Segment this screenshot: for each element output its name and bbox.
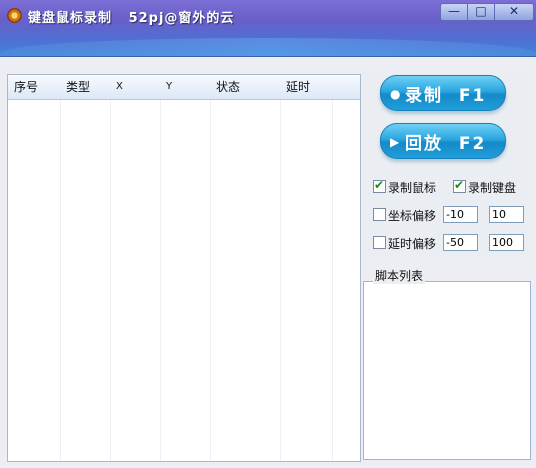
play-triangle-icon: ▶ (390, 135, 400, 149)
client-area: 序号 类型 X Y 状态 延时 ● 录制 F1 ▶ 回放 F2 录 (0, 57, 536, 468)
column-header-index[interactable]: 序号 (8, 75, 60, 99)
event-list[interactable]: 序号 类型 X Y 状态 延时 (7, 74, 361, 462)
column-header-delay[interactable]: 延时 (280, 75, 332, 99)
record-mouse-label: 录制鼠标 (388, 181, 437, 195)
record-button[interactable]: ● 录制 F1 (380, 75, 506, 111)
title-bar[interactable]: 键盘鼠标录制 52pj@窗外的云 — □ ✕ (0, 0, 536, 57)
coord-offset-min-input[interactable]: -10 (443, 206, 478, 223)
record-keyboard-checkbox[interactable] (453, 178, 466, 193)
column-divider (210, 100, 211, 461)
column-header-x[interactable]: X (110, 75, 160, 99)
script-list[interactable] (363, 281, 531, 460)
coord-offset-label: 坐标偏移 (388, 209, 437, 223)
minimize-button[interactable]: — (440, 3, 468, 21)
column-divider (110, 100, 111, 461)
replay-button-label: 回放 F2 (405, 134, 487, 154)
delay-offset-min-input[interactable]: -50 (443, 234, 478, 251)
delay-offset-label: 延时偏移 (388, 237, 437, 251)
script-list-title: 脚本列表 (373, 267, 426, 284)
column-header-y[interactable]: Y (160, 75, 210, 99)
maximize-button[interactable]: □ (467, 3, 495, 21)
window-title: 键盘鼠标录制 52pj@窗外的云 (28, 11, 235, 26)
column-header-status[interactable]: 状态 (210, 75, 280, 99)
close-button[interactable]: ✕ (494, 3, 534, 21)
delay-offset-checkbox[interactable] (373, 236, 386, 249)
column-header-type[interactable]: 类型 (60, 75, 110, 99)
record-mouse-checkbox[interactable] (373, 178, 386, 193)
record-keyboard-label: 录制键盘 (468, 181, 517, 195)
app-logo-icon (7, 8, 22, 23)
record-button-label: 录制 F1 (405, 86, 487, 106)
coord-offset-max-input[interactable]: 10 (489, 206, 524, 223)
replay-button[interactable]: ▶ 回放 F2 (380, 123, 506, 159)
column-divider (280, 100, 281, 461)
column-divider (332, 100, 333, 461)
coord-offset-checkbox[interactable] (373, 208, 386, 221)
record-dot-icon: ● (390, 87, 401, 101)
event-list-header: 序号 类型 X Y 状态 延时 (8, 75, 360, 100)
delay-offset-max-input[interactable]: 100 (489, 234, 524, 251)
column-divider (160, 100, 161, 461)
app-window: 键盘鼠标录制 52pj@窗外的云 — □ ✕ 序号 类型 X Y 状态 延时 ●… (0, 0, 536, 468)
column-divider (60, 100, 61, 461)
